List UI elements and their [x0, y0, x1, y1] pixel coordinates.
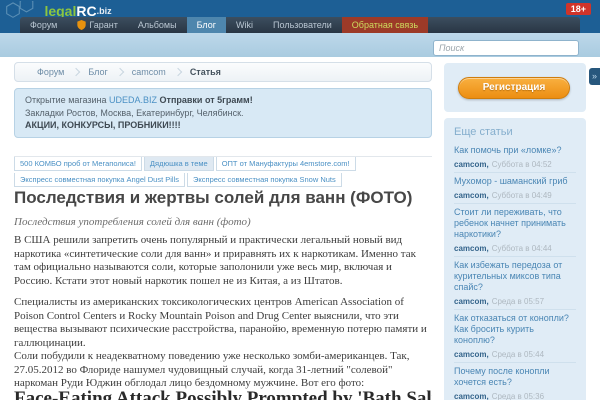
timestamp: Среда в 05:57 [492, 297, 544, 306]
author-link[interactable]: camcom, [454, 191, 489, 200]
author-link[interactable]: camcom, [454, 392, 489, 400]
list-item: Как помочь при «ломке»? camcom,Суббота в… [454, 142, 576, 173]
age-badge: 18+ [566, 3, 591, 15]
article-link[interactable]: Стоит ли переживать, что ребенок начнет … [454, 207, 576, 240]
nav-item-garant-label: Гарант [89, 20, 117, 30]
list-item: Мухомор - шаманский гриб camcom,Суббота … [454, 173, 576, 204]
announcement-line1-text: Открытие магазина [25, 95, 109, 105]
logo-biz: .biz [97, 6, 112, 16]
announcement-shop-link[interactable]: UDEDA.BIZ [109, 95, 157, 105]
breadcrumb-author[interactable]: camcom [132, 67, 166, 77]
article-link[interactable]: Как помочь при «ломке»? [454, 145, 576, 156]
promo-link-uncle[interactable]: Дядюшка в теме [144, 157, 214, 171]
registration-button[interactable]: Регистрация [458, 77, 570, 99]
article-meta: camcom,Суббота в 04:49 [454, 191, 576, 200]
sidebar-collapse-handle[interactable]: » [589, 68, 600, 85]
article-link[interactable]: Почему после конопли хочется есть? [454, 366, 576, 388]
article-link[interactable]: Как избежать передоза от курительных мик… [454, 260, 576, 293]
article-link[interactable]: Как отказаться от конопли? Как бросить к… [454, 313, 576, 346]
list-item: Как избежать передоза от курительных мик… [454, 257, 576, 310]
promo-link-opt[interactable]: ОПТ от Мануфактуры 4emstore.com! [216, 157, 356, 171]
announcement-line2: Закладки Ростов, Москва, Екатеринбург, Ч… [25, 107, 421, 120]
announcement-line1-bold: Отправки от 5грамм! [157, 95, 253, 105]
timestamp: Среда в 05:44 [492, 350, 544, 359]
breadcrumb-separator-icon [116, 68, 124, 76]
promo-link-angel-dust[interactable]: Экспресс совместная покупка Angel Dust P… [14, 173, 185, 187]
announcement-line3: АКЦИИ, КОНКУРСЫ, ПРОБНИКИ!!!! [25, 119, 421, 132]
article-meta: camcom,Суббота в 04:44 [454, 244, 576, 253]
more-articles-panel: Еще статьи Как помочь при «ломке»? camco… [444, 118, 586, 400]
nav-item-blog[interactable]: Блог [187, 17, 226, 33]
promo-link-snow-nuts[interactable]: Экспресс совместная покупка Snow Nuts [187, 173, 342, 187]
article-meta: camcom,Среда в 05:57 [454, 297, 576, 306]
photo-caption-heading: Face-Eating Attack Possibly Prompted by … [14, 388, 432, 400]
list-item: Почему после конопли хочется есть? camco… [454, 363, 576, 400]
page: legalRC.biz 18+ Форум Гарант Альбомы Бло… [0, 0, 600, 400]
article-meta: camcom,Среда в 05:44 [454, 350, 576, 359]
breadcrumb: Форум Блог camcom Статья [14, 62, 432, 82]
breadcrumb-separator-icon [174, 68, 182, 76]
author-link[interactable]: camcom, [454, 350, 489, 359]
article-link[interactable]: Мухомор - шаманский гриб [454, 176, 576, 187]
nav-item-garant[interactable]: Гарант [67, 17, 127, 33]
author-link[interactable]: camcom, [454, 297, 489, 306]
breadcrumb-forum[interactable]: Форум [37, 67, 64, 77]
breadcrumb-separator-icon [72, 68, 80, 76]
breadcrumb-current: Статья [190, 67, 221, 77]
article-paragraph-3: Соли побудили к неадекватному поведению … [14, 350, 432, 391]
nav-item-users[interactable]: Пользователи [263, 17, 342, 33]
promo-links-row: 500 КОМБО проб от Мегаполиса! Дядюшка в … [14, 156, 432, 189]
article-meta: camcom,Среда в 05:36 [454, 392, 576, 400]
nav-item-albums[interactable]: Альбомы [128, 17, 187, 33]
article-meta: camcom,Суббота в 04:52 [454, 160, 576, 169]
promo-link-combo[interactable]: 500 КОМБО проб от Мегаполиса! [14, 157, 142, 171]
author-link[interactable]: camcom, [454, 160, 489, 169]
article-paragraph-1: В США решили запретить очень популярный … [14, 234, 432, 288]
announcement-line1: Открытие магазина UDEDA.BIZ Отправки от … [25, 94, 421, 107]
nav-item-feedback[interactable]: Обратная связь [342, 17, 428, 33]
author-link[interactable]: camcom, [454, 244, 489, 253]
list-item: Как отказаться от конопли? Как бросить к… [454, 310, 576, 363]
article-paragraph-2: Специалисты из американских токсикологич… [14, 296, 432, 350]
main-nav: Форум Гарант Альбомы Блог Wiki Пользоват… [20, 17, 580, 33]
list-item: Стоит ли переживать, что ребенок начнет … [454, 204, 576, 257]
timestamp: Среда в 05:36 [492, 392, 544, 400]
article-subtitle: Последствия употребления солей для ванн … [14, 216, 432, 228]
article-title: Последствия и жертвы солей для ванн (ФОТ… [14, 188, 432, 208]
more-articles-title: Еще статьи [454, 126, 576, 138]
timestamp: Суббота в 04:44 [492, 244, 552, 253]
timestamp: Суббота в 04:52 [492, 160, 552, 169]
nav-item-forum[interactable]: Форум [20, 17, 67, 33]
registration-panel: Регистрация [444, 63, 586, 112]
nav-item-wiki[interactable]: Wiki [226, 17, 263, 33]
announcement-box: Открытие магазина UDEDA.BIZ Отправки от … [14, 88, 432, 138]
breadcrumb-blog[interactable]: Блог [88, 67, 107, 77]
timestamp: Суббота в 04:49 [492, 191, 552, 200]
header-band: legalRC.biz 18+ Форум Гарант Альбомы Бло… [0, 0, 600, 33]
search-input[interactable] [433, 40, 579, 56]
shield-icon [77, 20, 86, 30]
